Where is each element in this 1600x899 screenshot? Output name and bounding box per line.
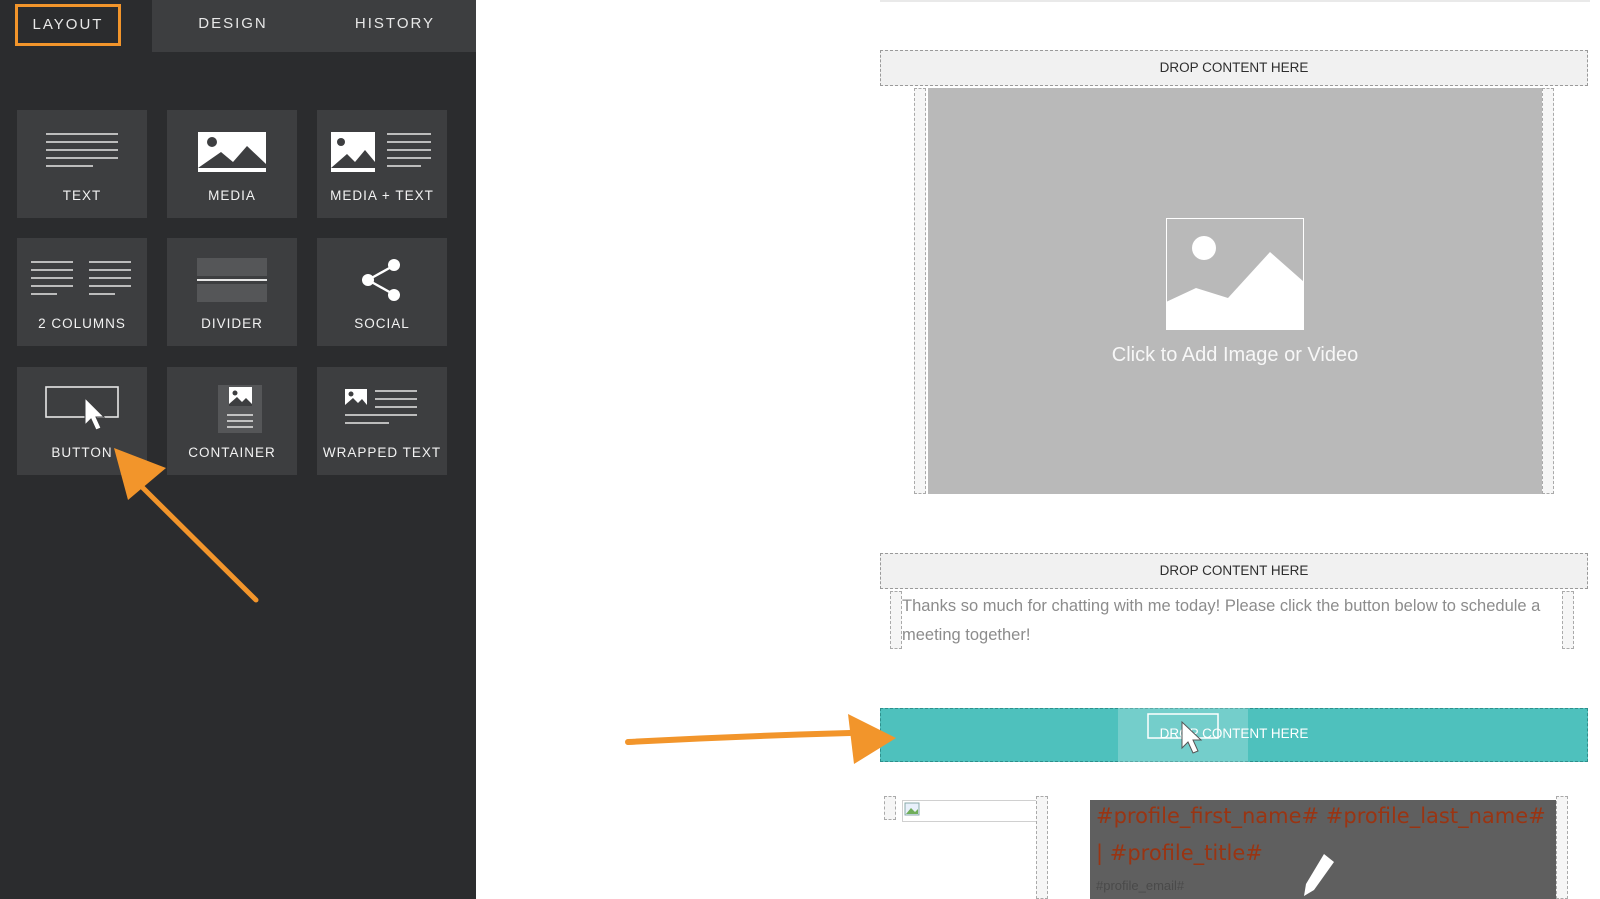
- text-lines-icon: [46, 133, 118, 167]
- section-divider: [880, 0, 1590, 2]
- drag-cursor-icon: [1147, 713, 1219, 754]
- tile-media-text[interactable]: MEDIA + TEXT: [317, 110, 447, 218]
- image-resize-handle[interactable]: [884, 796, 896, 820]
- text-resize-handle-left[interactable]: [890, 591, 902, 649]
- tile-two-columns-label: 2 COLUMNS: [38, 316, 126, 331]
- body-text-block[interactable]: Thanks so much for chatting with me toda…: [902, 592, 1542, 650]
- tile-button[interactable]: BUTTON: [17, 367, 147, 475]
- container-icon: [218, 385, 262, 433]
- tile-divider[interactable]: DIVIDER: [167, 238, 297, 346]
- resize-handle-left[interactable]: [914, 88, 926, 494]
- profile-name: #profile_first_name# #profile_last_name#: [1096, 804, 1546, 828]
- tab-layout[interactable]: LAYOUT: [0, 0, 152, 52]
- tile-container-label: CONTAINER: [188, 445, 276, 460]
- resize-handle-right[interactable]: [1542, 88, 1554, 494]
- tile-two-columns[interactable]: 2 COLUMNS: [17, 238, 147, 346]
- tab-history[interactable]: HISTORY: [314, 0, 476, 52]
- drop-zone-text[interactable]: DROP CONTENT HERE: [880, 553, 1588, 589]
- two-columns-icon: [31, 261, 131, 295]
- dragged-button-label: BUTTON: [1155, 772, 1211, 786]
- broken-image-icon: [904, 802, 920, 816]
- tile-text[interactable]: TEXT: [17, 110, 147, 218]
- wrapped-text-icon: [345, 389, 417, 424]
- sidebar-tabs: LAYOUT DESIGN HISTORY: [0, 0, 476, 52]
- tile-wrapped-text[interactable]: WRAPPED TEXT: [317, 367, 447, 475]
- button-cursor-icon: [45, 386, 119, 431]
- layout-sidebar: LAYOUT DESIGN HISTORY TEXT MEDIA MEDIA +…: [0, 0, 476, 899]
- broken-image: [902, 800, 1042, 822]
- share-icon: [362, 259, 400, 301]
- tile-divider-label: DIVIDER: [201, 316, 263, 331]
- image-text-icon: [331, 132, 431, 172]
- profile-resize-handle[interactable]: [1556, 796, 1568, 899]
- column-resize-handle[interactable]: [1036, 796, 1048, 899]
- media-placeholder-label: Click to Add Image or Video: [1111, 344, 1359, 366]
- tile-social[interactable]: SOCIAL: [317, 238, 447, 346]
- tab-design[interactable]: DESIGN: [152, 0, 314, 52]
- tile-container[interactable]: CONTAINER: [167, 367, 297, 475]
- pencil-edit-icon[interactable]: [1302, 852, 1338, 898]
- tab-layout-label: LAYOUT: [15, 4, 121, 46]
- media-placeholder[interactable]: Click to Add Image or Video: [928, 88, 1542, 494]
- tile-social-label: SOCIAL: [354, 316, 410, 331]
- tile-text-label: TEXT: [62, 188, 102, 203]
- text-resize-handle-right[interactable]: [1562, 591, 1574, 649]
- divider-icon: [197, 258, 267, 302]
- tile-wrapped-text-label: WRAPPED TEXT: [322, 445, 442, 460]
- tile-media-label: MEDIA: [208, 188, 256, 203]
- profile-email: #profile_email#: [1096, 878, 1185, 893]
- drop-zone-media[interactable]: DROP CONTENT HERE: [880, 50, 1588, 86]
- tile-media-text-label: MEDIA + TEXT: [330, 188, 434, 203]
- image-icon: [198, 132, 266, 172]
- profile-signature-block[interactable]: #profile_first_name# #profile_last_name#…: [1090, 800, 1556, 899]
- profile-title: | #profile_title#: [1096, 841, 1263, 865]
- image-placeholder-icon: [1166, 218, 1304, 330]
- tile-button-label: BUTTON: [51, 445, 113, 460]
- tile-media[interactable]: MEDIA: [167, 110, 297, 218]
